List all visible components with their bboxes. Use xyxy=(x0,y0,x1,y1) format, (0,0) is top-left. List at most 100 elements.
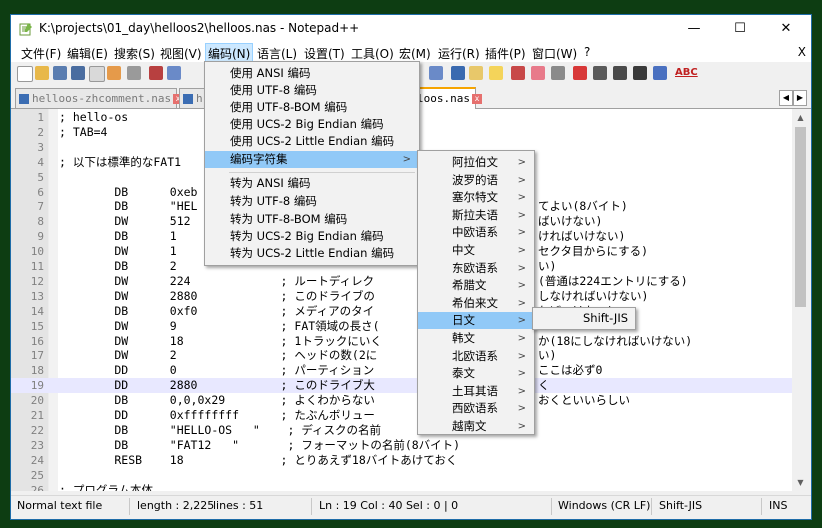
menu-settings[interactable]: 设置(T) xyxy=(304,45,345,62)
vertical-scrollbar[interactable]: ▲ ▼ xyxy=(792,109,809,491)
run-macro-icon[interactable] xyxy=(613,66,627,80)
scroll-down-icon[interactable]: ▼ xyxy=(792,474,809,491)
charset-item[interactable]: 北欧语系 > xyxy=(418,348,534,365)
charset-item[interactable]: 日文 > xyxy=(418,312,534,330)
code-line[interactable]: 23 DB "FAT12 " ; フォーマットの名前(8バイト) xyxy=(11,438,792,453)
charset-submenu-item[interactable]: 编码字符集 > xyxy=(205,151,419,168)
charset-item[interactable]: 希伯来文 > xyxy=(418,295,534,312)
chevron-right-icon: > xyxy=(517,174,526,186)
use-utf8-bom-item[interactable]: 使用 UTF-8-BOM 编码 xyxy=(205,99,419,116)
spellcheck-icon[interactable]: ABC xyxy=(675,67,698,78)
charset-item[interactable]: 韩文 > xyxy=(418,330,534,347)
tab-close-icon[interactable]: x xyxy=(471,94,482,104)
code-line[interactable]: 26 ; プログラム本体 xyxy=(11,483,792,492)
save-all-icon[interactable] xyxy=(71,66,85,80)
menu-file[interactable]: 文件(F) xyxy=(21,45,61,62)
use-utf8-item[interactable]: 使用 UTF-8 编码 xyxy=(205,82,419,99)
save-macro-icon[interactable] xyxy=(633,66,647,80)
charset-item[interactable]: 斯拉夫语 > xyxy=(418,207,534,224)
code-line[interactable]: 18 DD 0 ; パーティション xyxy=(11,363,792,378)
menu-run[interactable]: 运行(R) xyxy=(438,45,480,62)
close-all-icon[interactable] xyxy=(107,66,121,80)
notepad-window: K:\projects\01_day\helloos2\helloos.nas … xyxy=(10,14,812,520)
code-line[interactable]: 15 DW 9 ; FAT領域の長さ( xyxy=(11,319,792,334)
use-ucs2-be-item[interactable]: 使用 UCS-2 Big Endian 编码 xyxy=(205,116,419,133)
tab-scroll-right-icon[interactable]: ▶ xyxy=(793,90,807,106)
charset-item[interactable]: 西欧语系 > xyxy=(418,400,534,417)
menu-language[interactable]: 语言(L) xyxy=(257,45,297,62)
convert-utf8-item[interactable]: 转为 UTF-8 编码 xyxy=(205,193,419,210)
menu-plugins[interactable]: 插件(P) xyxy=(485,45,526,62)
play-macro-icon[interactable] xyxy=(593,66,607,80)
print-icon[interactable] xyxy=(127,66,141,80)
stop-record-icon[interactable] xyxy=(573,66,587,80)
line-text: ; 以下は標準的なFAT1 xyxy=(59,154,182,169)
chevron-right-icon: > xyxy=(517,297,526,309)
charset-item[interactable]: 中文 > xyxy=(418,242,534,259)
record-macro-icon[interactable] xyxy=(551,66,565,80)
code-line[interactable]: 21 DD 0xffffffff ; たぶんボリュー xyxy=(11,408,792,423)
word-wrap-icon[interactable] xyxy=(167,66,181,80)
menu-help[interactable]: ? xyxy=(584,45,590,59)
code-line[interactable]: 19 DD 2880 ; このドライブ大 xyxy=(11,378,792,394)
use-ucs2-le-item[interactable]: 使用 UCS-2 Little Endian 编码 xyxy=(205,133,419,150)
open-icon[interactable] xyxy=(35,66,49,80)
close-icon[interactable] xyxy=(89,66,105,82)
code-line[interactable]: 25 xyxy=(11,468,792,483)
tab-helloos-active[interactable]: loos.nas x xyxy=(416,87,482,109)
function-list-icon[interactable] xyxy=(489,66,503,80)
shift-jis-item[interactable]: Shift-JIS xyxy=(533,310,635,327)
tab-helloos-zhcomment[interactable]: helloos-zhcomment.nasx xyxy=(15,88,184,108)
new-icon[interactable] xyxy=(17,66,33,82)
charset-item[interactable]: 中欧语系 > xyxy=(418,224,534,241)
convert-ucs2-le-item[interactable]: 转为 UCS-2 Little Endian 编码 xyxy=(205,245,419,262)
charset-item[interactable]: 塞尔特文 > xyxy=(418,189,534,206)
folder-workspace-icon[interactable] xyxy=(511,66,525,80)
convert-ucs2-be-item[interactable]: 转为 UCS-2 Big Endian 编码 xyxy=(205,228,419,245)
code-line[interactable]: 24 RESB 18 ; とりあえず18バイトあけておく xyxy=(11,453,792,468)
line-text: ; TAB=4 xyxy=(59,124,108,139)
menu-macro[interactable]: 宏(M) xyxy=(399,45,431,62)
monitor-icon[interactable] xyxy=(531,66,545,80)
scrollbar-thumb[interactable] xyxy=(795,127,806,307)
tab-scroll-left-icon[interactable]: ◀ xyxy=(779,90,793,106)
minimize-button[interactable]: — xyxy=(671,15,717,43)
charset-item[interactable]: 泰文 > xyxy=(418,365,534,382)
convert-utf8-bom-item[interactable]: 转为 UTF-8-BOM 编码 xyxy=(205,211,419,228)
doc-map-icon[interactable] xyxy=(469,66,483,80)
menu-edit[interactable]: 编辑(E) xyxy=(67,45,108,62)
code-line[interactable]: 22 DB "HELLO-OS " ; ディスクの名前 xyxy=(11,423,792,438)
charset-item[interactable]: 波罗的语 > xyxy=(418,172,534,189)
menu-search[interactable]: 搜索(S) xyxy=(114,45,155,62)
line-text: DW 512 xyxy=(59,214,191,229)
close-button[interactable]: ✕ xyxy=(763,15,809,43)
cut-icon[interactable] xyxy=(149,66,163,80)
code-line[interactable]: 13 DW 2880 ; このドライブの xyxy=(11,289,792,304)
charset-item[interactable]: 土耳其语 > xyxy=(418,383,534,400)
line-text: RESB 18 ; とりあえず18バイトあけておく xyxy=(59,452,458,467)
chevron-right-icon: > xyxy=(517,227,526,239)
chevron-right-icon: > xyxy=(517,333,526,344)
scroll-up-icon[interactable]: ▲ xyxy=(792,109,809,126)
convert-ansi-item[interactable]: 转为 ANSI 编码 xyxy=(205,175,419,192)
indent-guide-icon[interactable] xyxy=(451,66,465,80)
menu-view[interactable]: 视图(V) xyxy=(160,45,202,62)
line-number: 12 xyxy=(30,274,44,288)
code-line[interactable]: 17 DW 2 ; ヘッドの数(2に xyxy=(11,348,792,363)
charset-item-label: 东欧语系 xyxy=(452,260,498,275)
charset-item[interactable]: 阿拉伯文 > xyxy=(418,154,534,171)
charset-item[interactable]: 希腊文 > xyxy=(418,277,534,294)
charset-item[interactable]: 越南文 > xyxy=(418,418,534,435)
use-ansi-item[interactable]: 使用 ANSI 编码 xyxy=(205,65,419,82)
close-document-x[interactable]: X xyxy=(798,45,806,59)
save-icon[interactable] xyxy=(53,66,67,80)
maximize-button[interactable]: ☐ xyxy=(717,15,763,43)
menu-window[interactable]: 窗口(W) xyxy=(532,45,577,62)
charset-item[interactable]: 东欧语系 > xyxy=(418,260,534,277)
show-all-icon[interactable] xyxy=(429,66,443,80)
code-line[interactable]: 20 DB 0,0,0x29 ; よくわからない xyxy=(11,393,792,408)
macro-list-icon[interactable] xyxy=(653,66,667,80)
code-line[interactable]: 14 DB 0xf0 ; メディアのタイ xyxy=(11,304,792,319)
menu-tools[interactable]: 工具(O) xyxy=(351,45,394,62)
charset-item-label: 塞尔特文 xyxy=(452,190,498,205)
